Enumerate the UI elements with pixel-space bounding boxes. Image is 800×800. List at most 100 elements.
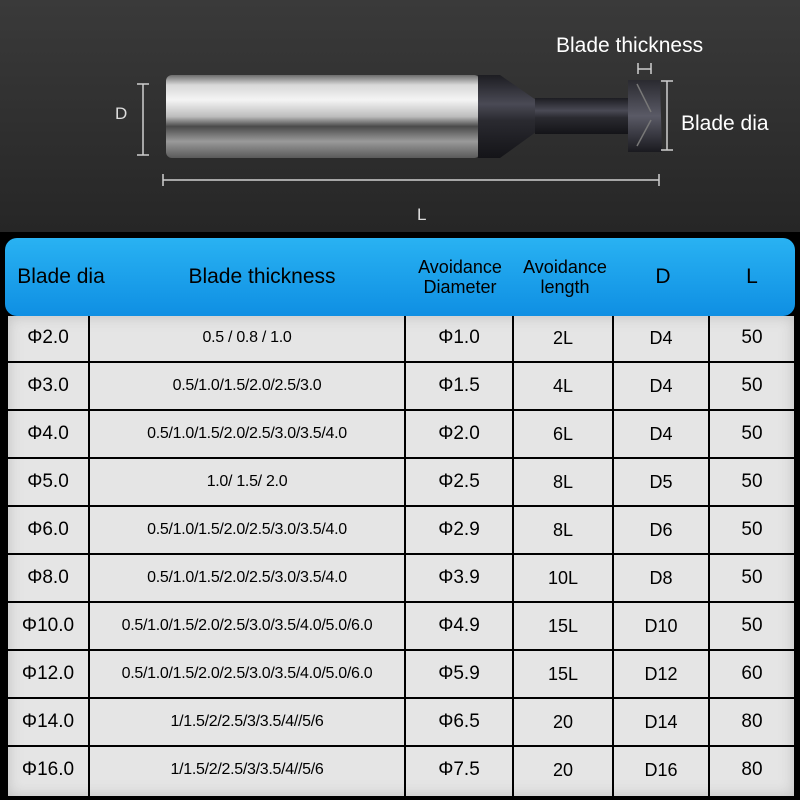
cell-avoidance-length: 10L: [547, 567, 579, 588]
cell-avoidance-diameter: Φ4.9: [438, 615, 480, 636]
cell-l: 50: [741, 423, 763, 444]
cell-l: 50: [741, 375, 763, 396]
spec-table: Blade dia Blade thickness Avoidance Diam…: [0, 234, 800, 800]
blade-dia-label: Blade dia: [681, 112, 769, 135]
row-divider: [8, 505, 794, 507]
cell-avoidance-length: 6L: [552, 423, 574, 444]
shank: [166, 75, 480, 158]
table-row: Φ4.0 0.5/1.0/1.5/2.0/2.5/3.0/3.5/4.0 Φ2.…: [8, 412, 794, 456]
column-divider: [404, 316, 406, 796]
cell-blade-thickness: 0.5/1.0/1.5/2.0/2.5/3.0/3.5/4.0: [147, 521, 347, 538]
cell-d: D6: [649, 519, 673, 540]
cell-blade-dia: Φ8.0: [27, 567, 69, 588]
cell-d: D8: [649, 567, 673, 588]
cell-l: 50: [741, 471, 763, 492]
column-divider: [612, 316, 614, 796]
cell-blade-thickness: 0.5/1.0/1.5/2.0/2.5/3.0/3.5/4.0: [147, 425, 347, 442]
cutter-head: [628, 80, 662, 152]
cell-blade-dia: Φ16.0: [21, 759, 75, 780]
cell-blade-thickness: 1/1.5/2/2.5/3/3.5/4//5/6: [170, 713, 324, 730]
cell-d: D12: [644, 663, 678, 684]
cell-blade-thickness: 0.5/1.0/1.5/2.0/2.5/3.0/3.5/4.0: [147, 569, 347, 586]
tool-diagram: Blade thickness Blade dia D L: [0, 0, 800, 232]
header-avoidance-diameter-line2: Diameter: [423, 277, 497, 297]
row-divider: [8, 601, 794, 603]
cell-avoidance-length: 8L: [552, 471, 574, 492]
cell-l: 50: [741, 327, 763, 348]
cell-avoidance-length: 15L: [547, 663, 579, 684]
column-divider: [512, 316, 514, 796]
cell-avoidance-length: 20: [552, 711, 574, 732]
header-blade-thickness: Blade thickness: [188, 265, 336, 288]
column-divider: [88, 316, 90, 796]
cell-blade-dia: Φ14.0: [21, 711, 75, 732]
header-avoidance-length-line2: length: [540, 277, 590, 297]
row-divider: [8, 457, 794, 459]
header-d: D: [655, 265, 671, 288]
cell-d: D14: [644, 711, 678, 732]
table-row: Φ6.0 0.5/1.0/1.5/2.0/2.5/3.0/3.5/4.0 Φ2.…: [8, 508, 794, 552]
cell-avoidance-length: 15L: [547, 615, 579, 636]
cell-blade-thickness: 1.0/ 1.5/ 2.0: [206, 473, 288, 490]
cell-l: 50: [741, 615, 763, 636]
cell-l: 80: [741, 759, 763, 780]
cell-blade-thickness: 0.5 / 0.8 / 1.0: [202, 329, 292, 346]
neck: [535, 98, 631, 134]
row-divider: [8, 361, 794, 363]
cell-avoidance-diameter: Φ2.5: [438, 471, 480, 492]
header-blade-dia: Blade dia: [17, 265, 105, 288]
row-divider: [8, 649, 794, 651]
cell-avoidance-diameter: Φ5.9: [438, 663, 480, 684]
cell-blade-dia: Φ12.0: [21, 663, 75, 684]
table-row: Φ16.0 1/1.5/2/2.5/3/3.5/4//5/6 Φ7.5 20 D…: [8, 748, 794, 792]
cell-blade-thickness: 0.5/1.0/1.5/2.0/2.5/3.0: [172, 377, 322, 394]
shank-diameter-label: D: [115, 104, 128, 123]
table-body: Φ2.0 0.5 / 0.8 / 1.0 Φ1.0 2L D4 50 Φ3.0 …: [8, 316, 794, 796]
cell-avoidance-length: 2L: [552, 327, 574, 348]
header-avoidance-diameter: Avoidance Diameter: [405, 238, 515, 316]
cell-avoidance-diameter: Φ1.0: [438, 327, 480, 348]
cell-l: 50: [741, 519, 763, 540]
overall-length-label: L: [417, 205, 427, 224]
cell-avoidance-diameter: Φ2.0: [438, 423, 480, 444]
table-header: Blade dia Blade thickness Avoidance Diam…: [5, 238, 795, 316]
cell-blade-thickness: 0.5/1.0/1.5/2.0/2.5/3.0/3.5/4.0/5.0/6.0: [121, 617, 373, 634]
cell-avoidance-length: 4L: [552, 375, 574, 396]
cell-avoidance-length: 20: [552, 759, 574, 780]
cell-avoidance-length: 8L: [552, 519, 574, 540]
cell-avoidance-diameter: Φ3.9: [438, 567, 480, 588]
cell-blade-thickness: 1/1.5/2/2.5/3/3.5/4//5/6: [170, 761, 324, 778]
cell-blade-thickness: 0.5/1.0/1.5/2.0/2.5/3.0/3.5/4.0/5.0/6.0: [121, 665, 373, 682]
cell-avoidance-diameter: Φ1.5: [438, 375, 480, 396]
table-row: Φ5.0 1.0/ 1.5/ 2.0 Φ2.5 8L D5 50: [8, 460, 794, 504]
cell-avoidance-diameter: Φ2.9: [438, 519, 480, 540]
cell-avoidance-diameter: Φ7.5: [438, 759, 480, 780]
table-row: Φ2.0 0.5 / 0.8 / 1.0 Φ1.0 2L D4 50: [8, 316, 794, 360]
cell-d: D10: [644, 615, 678, 636]
cell-d: D5: [649, 471, 673, 492]
row-divider: [8, 409, 794, 411]
cell-d: D4: [649, 423, 673, 444]
cell-l: 50: [741, 567, 763, 588]
table-row: Φ8.0 0.5/1.0/1.5/2.0/2.5/3.0/3.5/4.0 Φ3.…: [8, 556, 794, 600]
header-avoidance-length-line1: Avoidance: [523, 257, 607, 277]
row-divider: [8, 697, 794, 699]
table-row: Φ12.0 0.5/1.0/1.5/2.0/2.5/3.0/3.5/4.0/5.…: [8, 652, 794, 696]
cell-blade-dia: Φ2.0: [27, 327, 69, 348]
cell-blade-dia: Φ5.0: [27, 471, 69, 492]
cell-blade-dia: Φ6.0: [27, 519, 69, 540]
header-avoidance-length: Avoidance length: [513, 238, 617, 316]
cell-avoidance-diameter: Φ6.5: [438, 711, 480, 732]
cell-d: D4: [649, 375, 673, 396]
cell-blade-dia: Φ3.0: [27, 375, 69, 396]
header-l: L: [746, 265, 758, 288]
taper: [500, 75, 536, 158]
cell-l: 80: [741, 711, 763, 732]
cell-blade-dia: Φ4.0: [27, 423, 69, 444]
blade-thickness-label: Blade thickness: [556, 34, 704, 57]
table-row: Φ3.0 0.5/1.0/1.5/2.0/2.5/3.0 Φ1.5 4L D4 …: [8, 364, 794, 408]
collar: [478, 75, 500, 158]
column-divider: [708, 316, 710, 796]
header-avoidance-diameter-line1: Avoidance: [418, 257, 502, 277]
row-divider: [8, 745, 794, 747]
